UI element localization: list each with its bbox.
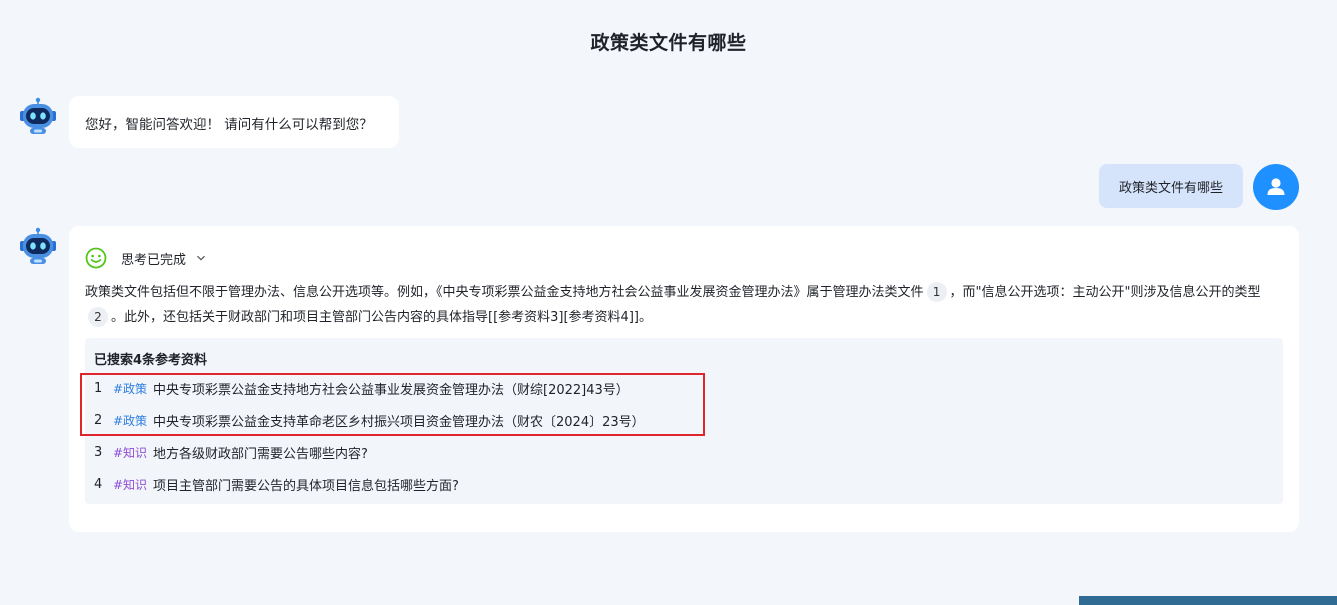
greeting-bubble: 您好，智能问答欢迎！ 请问有什么可以帮到您？ (69, 96, 399, 148)
highlight-box (80, 373, 705, 436)
reference-marker[interactable]: 2 (88, 307, 108, 327)
reference-index: 3 (94, 444, 103, 460)
reference-item[interactable]: 4 #知识 项目主管部门需要公告的具体项目信息包括哪些方面? (94, 474, 459, 494)
reference-title[interactable]: 地方各级财政部门需要公告哪些内容? (153, 443, 368, 462)
answer-text-segment: 。此外，还包括关于财政部门和项目主管部门公告内容的具体指导[[参考资料3][参考… (111, 310, 652, 325)
robot-avatar-icon (20, 227, 56, 264)
smiley-icon (85, 247, 107, 269)
reference-tag: #知识 (113, 445, 148, 460)
reference-title[interactable]: 项目主管部门需要公告的具体项目信息包括哪些方面? (153, 475, 459, 494)
references-title: 已搜索4条参考资料 (94, 353, 208, 368)
user-avatar-icon (1253, 164, 1299, 210)
thinking-status-label: 思考已完成 (121, 252, 187, 268)
reference-marker[interactable]: 1 (926, 282, 947, 302)
answer-text: 政策类文件包括但不限于管理办法、信息公开选项等。例如，《中央专项彩票公益金支持地… (85, 280, 1285, 330)
page-title: 政策类文件有哪些 (590, 32, 747, 54)
thinking-toggle[interactable]: 思考已完成 (85, 247, 206, 269)
reference-index: 4 (94, 476, 103, 492)
bottom-corner-bar (1079, 596, 1337, 605)
reference-tag: #知识 (113, 477, 148, 492)
reference-item[interactable]: 3 #知识 地方各级财政部门需要公告哪些内容? (94, 442, 368, 462)
greeting-text: 您好，智能问答欢迎！ 请问有什么可以帮到您？ (85, 117, 373, 133)
robot-avatar-icon (20, 97, 56, 134)
chevron-down-icon (197, 255, 205, 261)
answer-text-segment: 政策类文件包括但不限于管理办法、信息公开选项等。例如，《中央专项彩票公益金支持地… (85, 285, 924, 300)
user-message-text: 政策类文件有哪些 (1118, 181, 1223, 196)
user-message-bubble: 政策类文件有哪些 (1099, 164, 1243, 208)
answer-text-segment: ，而"信息公开选项：主动公开"则涉及信息公开的类型 (949, 285, 1261, 300)
